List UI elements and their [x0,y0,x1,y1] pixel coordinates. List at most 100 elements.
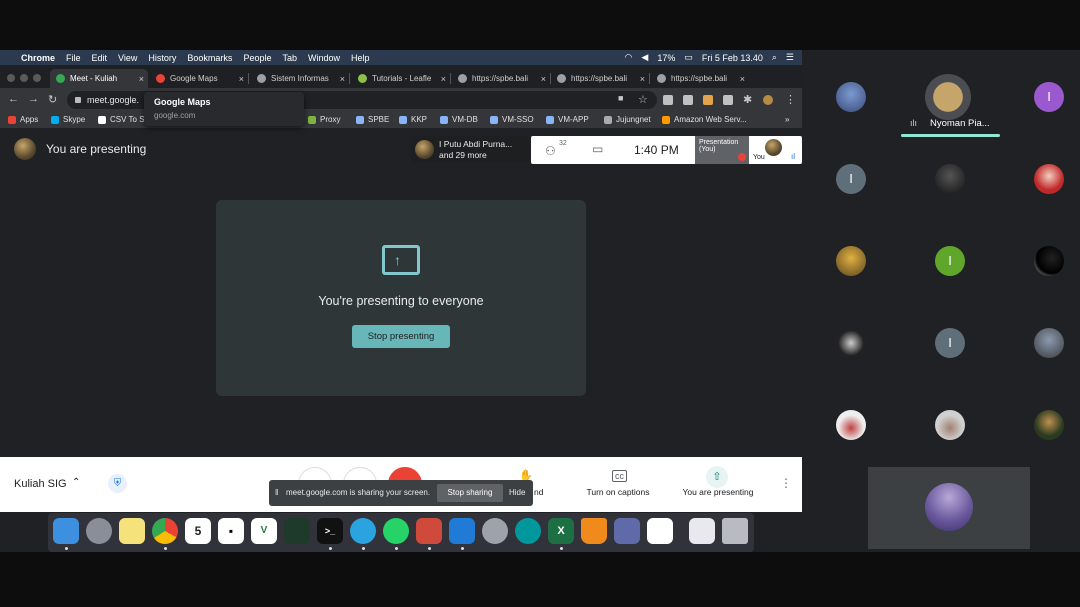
bookmark-spbe[interactable]: SPBE [356,115,389,124]
menu-edit[interactable]: Edit [92,53,108,63]
activity-monitor-icon[interactable] [284,518,310,544]
avatar[interactable] [836,82,866,112]
sketch-icon[interactable] [647,518,673,544]
search-icon[interactable]: ⌕ [772,52,777,63]
zoom-window-button[interactable] [33,74,41,82]
present-label[interactable]: You are presenting [681,487,755,497]
presentation-tile[interactable]: Presentation (You) [695,136,749,164]
present-now-icon[interactable]: ⇧ [706,466,728,488]
avatar[interactable] [1034,328,1064,358]
meeting-name[interactable]: Kuliah SIG [14,478,67,490]
avatar[interactable] [836,410,866,440]
bookmark-vm-sso[interactable]: VM-SSO [490,115,534,124]
menu-tab[interactable]: Tab [282,53,297,63]
puzzle-icon[interactable]: ✱ [743,93,752,106]
notion-icon[interactable]: ▪ [218,518,244,544]
battery-icon[interactable]: ▭ [684,52,693,63]
close-icon[interactable]: × [640,74,645,84]
more-options-icon[interactable]: ⋮ [780,476,792,490]
bookmark-skype[interactable]: Skype [51,115,85,124]
avatar-initial[interactable]: I [935,246,965,276]
wifi-icon[interactable]: ◠ [625,52,633,63]
menu-app-name[interactable]: Chrome [21,53,55,63]
bookmark-csv[interactable]: CSV To S [98,115,145,124]
extension-icon[interactable] [663,95,673,105]
tab-spbe-3[interactable]: https://spbe.bali × [651,69,749,88]
bookmark-jujungnet[interactable]: Jujungnet [604,115,651,124]
avatar[interactable] [836,246,866,276]
stop-presenting-button[interactable]: Stop presenting [352,325,450,348]
menu-view[interactable]: View [118,53,137,63]
tab-sistem-informasi[interactable]: Sistem Informas × [251,69,350,88]
forward-arrow-icon[interactable]: → [28,93,39,105]
extension-icon[interactable] [723,95,733,105]
extension-icon[interactable] [703,95,713,105]
whatsapp-icon[interactable] [383,518,409,544]
chat-icon[interactable]: ▭ [592,142,603,156]
bookmark-apps[interactable]: Apps [8,115,38,124]
notes-icon[interactable] [119,518,145,544]
stop-sharing-button[interactable]: Stop sharing [437,484,503,502]
tab-tutorials-leaflet[interactable]: Tutorials - Leafle × [352,69,451,88]
profile-avatar[interactable] [763,95,773,105]
excel-icon[interactable]: X [548,518,574,544]
avatar[interactable] [935,164,965,194]
vlc-icon[interactable] [581,518,607,544]
bookmark-kkp[interactable]: KKP [399,115,427,124]
close-icon[interactable]: × [139,74,144,84]
close-icon[interactable]: × [541,74,546,84]
bookmark-vm-app[interactable]: VM-APP [546,115,589,124]
avatar[interactable] [836,328,866,358]
documents-icon[interactable] [689,518,715,544]
finder-icon[interactable] [53,518,79,544]
close-icon[interactable]: × [239,74,244,84]
dolphin-icon[interactable] [614,518,640,544]
close-icon[interactable]: × [740,74,745,84]
control-center-icon[interactable]: ☰ [786,52,794,63]
menu-history[interactable]: History [148,53,176,63]
pause-icon[interactable]: ‖ [275,488,278,497]
menu-window[interactable]: Window [308,53,340,63]
extension-icon[interactable] [683,95,693,105]
outline-icon[interactable] [416,518,442,544]
menu-file[interactable]: File [66,53,81,63]
kebab-menu-icon[interactable]: ⋮ [785,93,796,106]
avatar[interactable] [1034,164,1064,194]
close-icon[interactable]: × [340,74,345,84]
reload-icon[interactable]: ↻ [48,93,57,106]
active-speaker-avatar[interactable] [925,74,971,120]
chevron-up-icon[interactable]: ⌃ [72,477,80,488]
self-video-tile[interactable] [868,467,1030,549]
terminal-icon[interactable]: >_ [317,518,343,544]
tab-spbe-2[interactable]: https://spbe.bali × [551,69,650,88]
close-window-button[interactable] [7,74,15,82]
avatar-initial[interactable]: I [1034,82,1064,112]
menu-people[interactable]: People [243,53,271,63]
people-icon[interactable]: ⚇ [545,144,556,158]
bookmark-aws[interactable]: Amazon Web Serv... [662,115,747,124]
menu-bookmarks[interactable]: Bookmarks [187,53,232,63]
minimize-window-button[interactable] [20,74,28,82]
telegram-icon[interactable] [350,518,376,544]
avatar-initial[interactable]: I [935,328,965,358]
back-arrow-icon[interactable]: ← [8,93,19,105]
avatar[interactable] [1034,246,1064,276]
arduino-icon[interactable] [515,518,541,544]
tab-spbe-1[interactable]: https://spbe.bali × [452,69,551,88]
avatar[interactable] [1034,410,1064,440]
tab-google-maps[interactable]: Google Maps × [150,69,249,88]
calendar-icon[interactable]: 5 [185,518,211,544]
launchpad-icon[interactable] [86,518,112,544]
captions-label[interactable]: Turn on captions [585,487,651,497]
volume-icon[interactable]: ◀ [641,52,648,63]
menubar-clock[interactable]: Fri 5 Feb 13.40 [702,53,763,63]
participants-chip[interactable]: I Putu Abdi Purna... and 29 more [411,136,529,163]
chrome-icon[interactable] [152,518,178,544]
bookmarks-overflow-icon[interactable]: » [785,115,789,124]
menu-help[interactable]: Help [351,53,370,63]
bookmark-star-icon[interactable]: ☆ [638,93,648,106]
hide-button[interactable]: Hide [509,488,525,497]
avatar[interactable] [935,410,965,440]
tab-meet[interactable]: Meet - Kuliah × [50,69,148,88]
camera-icon[interactable]: ■ [618,93,623,103]
